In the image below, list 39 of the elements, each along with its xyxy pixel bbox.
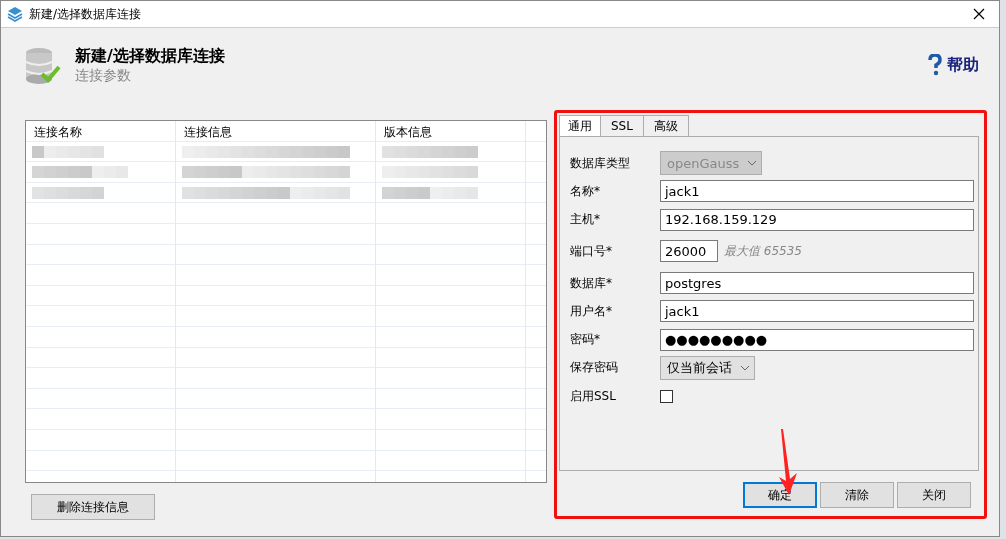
field-label: 启用SSL <box>570 387 617 405</box>
redacted-block <box>32 145 104 158</box>
tab[interactable]: 通用 <box>559 115 601 136</box>
field-label: 保存密码 <box>570 359 619 377</box>
input-field[interactable]: jack1 <box>660 300 974 323</box>
input-field[interactable]: ●●●●●●●●● <box>660 328 974 351</box>
field-label: 主机* <box>570 211 601 229</box>
field-label: 端口号* <box>570 242 613 260</box>
dialog-title: 新建/选择数据库连接 <box>75 46 226 66</box>
database-check-icon <box>25 46 61 86</box>
input-field[interactable]: postgres <box>660 272 974 295</box>
dropdown[interactable]: 仅当前会话 <box>660 355 755 380</box>
column-header[interactable]: 连接信息 <box>176 121 376 142</box>
field-label: 数据库类型 <box>570 154 631 172</box>
input-field[interactable]: 26000 <box>660 240 718 263</box>
dialog-button[interactable]: 确定 <box>743 482 817 508</box>
dialog-button[interactable]: 清除 <box>820 482 894 508</box>
column-header[interactable]: 连接名称 <box>26 121 176 142</box>
input-field[interactable]: jack1 <box>660 180 974 203</box>
close-icon[interactable] <box>973 8 985 20</box>
field-hint: 最大值 65535 <box>724 242 802 260</box>
redacted-block <box>32 187 104 200</box>
tab[interactable]: 高级 <box>642 115 689 136</box>
delete-button[interactable]: 删除连接信息 <box>31 494 155 520</box>
dialog-subtitle: 连接参数 <box>75 66 132 84</box>
chevron-icon <box>740 364 750 371</box>
field-label: 数据库* <box>570 274 613 292</box>
chevron-icon <box>747 160 758 167</box>
input-field[interactable]: 192.168.159.129 <box>660 208 974 231</box>
field-label: 名称* <box>570 182 601 200</box>
dialog-button[interactable]: 关闭 <box>897 482 971 508</box>
checkbox[interactable] <box>660 389 673 403</box>
column-header[interactable]: 版本信息 <box>376 121 526 142</box>
help-link[interactable]: 帮助 <box>947 54 979 76</box>
help-icon[interactable] <box>927 54 943 76</box>
window-title: 新建/选择数据库连接 <box>29 5 143 23</box>
field-label: 密码* <box>570 331 601 349</box>
field-label: 用户名* <box>570 302 613 320</box>
stack-icon <box>7 6 23 22</box>
